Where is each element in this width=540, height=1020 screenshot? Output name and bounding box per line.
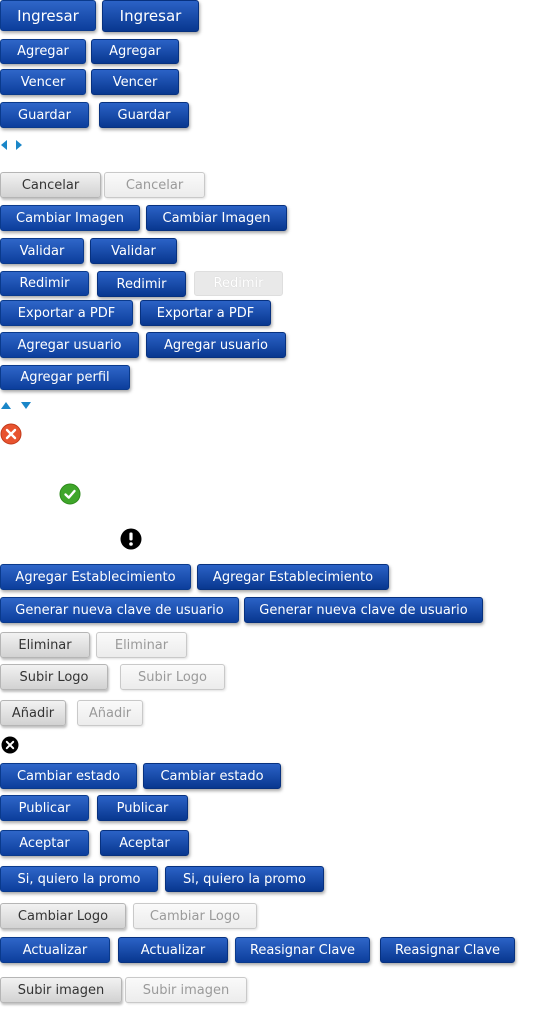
redimir-button[interactable]: Redimir: [0, 271, 89, 296]
cambiar-imagen-button[interactable]: Cambiar Imagen: [0, 205, 140, 231]
subir-imagen-button[interactable]: Subir imagen: [0, 977, 122, 1003]
subir-imagen-button-disabled[interactable]: Subir imagen: [125, 977, 247, 1003]
agregar-establecimiento-button[interactable]: Agregar Establecimiento: [0, 564, 191, 590]
ingresar-button[interactable]: Ingresar: [0, 0, 96, 31]
arrow-up-icon[interactable]: [0, 400, 12, 410]
exportar-pdf-button-alt[interactable]: Exportar a PDF: [140, 300, 271, 326]
agregar-button-alt[interactable]: Agregar: [91, 39, 179, 64]
cambiar-estado-button-alt[interactable]: Cambiar estado: [143, 763, 281, 789]
exclamation-circle-icon: [120, 528, 142, 550]
cambiar-logo-button[interactable]: Cambiar Logo: [0, 903, 126, 929]
si-promo-button[interactable]: Si, quiero la promo: [0, 866, 158, 892]
subir-logo-button[interactable]: Subir Logo: [0, 664, 108, 690]
vencer-button[interactable]: Vencer: [0, 69, 86, 95]
eliminar-button[interactable]: Eliminar: [0, 632, 90, 658]
vencer-button-alt[interactable]: Vencer: [91, 69, 179, 95]
arrow-down-icon[interactable]: [20, 400, 32, 410]
agregar-button[interactable]: Agregar: [0, 39, 86, 64]
ingresar-button-alt[interactable]: Ingresar: [102, 0, 199, 32]
actualizar-button-alt[interactable]: Actualizar: [118, 937, 228, 963]
si-promo-button-alt[interactable]: Si, quiero la promo: [165, 866, 324, 892]
anadir-button[interactable]: Añadir: [0, 700, 66, 726]
guardar-button-alt[interactable]: Guardar: [99, 102, 189, 128]
generar-clave-button[interactable]: Generar nueva clave de usuario: [0, 597, 239, 623]
eliminar-button-disabled[interactable]: Eliminar: [96, 632, 187, 658]
agregar-usuario-button-alt[interactable]: Agregar usuario: [146, 332, 286, 358]
cambiar-imagen-button-alt[interactable]: Cambiar Imagen: [146, 205, 287, 231]
publicar-button-alt[interactable]: Publicar: [97, 795, 188, 821]
generar-clave-button-alt[interactable]: Generar nueva clave de usuario: [244, 597, 483, 623]
agregar-establecimiento-button-alt[interactable]: Agregar Establecimiento: [197, 564, 389, 590]
validar-button[interactable]: Validar: [0, 238, 84, 264]
aceptar-button-alt[interactable]: Aceptar: [100, 830, 189, 856]
guardar-button[interactable]: Guardar: [0, 102, 89, 128]
agregar-perfil-button[interactable]: Agregar perfil: [0, 365, 130, 390]
publicar-button[interactable]: Publicar: [0, 795, 89, 821]
subir-logo-button-disabled[interactable]: Subir Logo: [120, 664, 225, 690]
redimir-button-alt[interactable]: Redimir: [97, 271, 186, 297]
agregar-usuario-button[interactable]: Agregar usuario: [0, 332, 139, 358]
cancelar-button-disabled[interactable]: Cancelar: [104, 172, 205, 198]
reasignar-clave-button-alt[interactable]: Reasignar Clave: [380, 937, 515, 963]
anadir-button-disabled[interactable]: Añadir: [77, 700, 143, 726]
close-circle-icon[interactable]: [1, 736, 19, 754]
aceptar-button[interactable]: Aceptar: [0, 830, 89, 856]
check-circle-icon: [59, 483, 81, 505]
cancelar-button[interactable]: Cancelar: [0, 172, 101, 198]
cambiar-logo-button-disabled[interactable]: Cambiar Logo: [133, 903, 257, 929]
redimir-button-disabled[interactable]: Redimir: [194, 271, 283, 296]
cambiar-estado-button[interactable]: Cambiar estado: [0, 763, 137, 789]
error-circle-icon: [0, 423, 22, 445]
arrow-right-icon[interactable]: [14, 139, 26, 151]
validar-button-alt[interactable]: Validar: [90, 238, 177, 264]
exportar-pdf-button[interactable]: Exportar a PDF: [0, 300, 133, 326]
actualizar-button[interactable]: Actualizar: [0, 937, 110, 963]
reasignar-clave-button[interactable]: Reasignar Clave: [235, 937, 370, 963]
